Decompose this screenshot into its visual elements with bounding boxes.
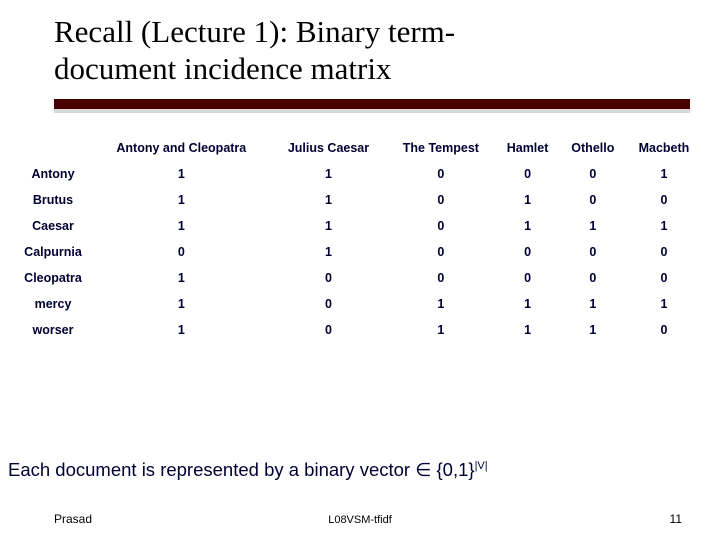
title-line-2: document incidence matrix bbox=[54, 51, 391, 86]
cell: 1 bbox=[271, 239, 387, 265]
cell: 0 bbox=[560, 187, 626, 213]
cell: 1 bbox=[386, 291, 495, 317]
caption-prefix: Each document is represented by a binary… bbox=[8, 459, 415, 480]
cell: 0 bbox=[560, 265, 626, 291]
element-of-symbol: ∈ bbox=[415, 461, 431, 481]
cell: 0 bbox=[92, 239, 271, 265]
cell: 1 bbox=[560, 317, 626, 343]
table-row: Calpurnia 0 1 0 0 0 0 bbox=[14, 239, 702, 265]
cell: 0 bbox=[560, 161, 626, 187]
cell: 1 bbox=[495, 213, 559, 239]
cell: 1 bbox=[92, 265, 271, 291]
cell: 0 bbox=[495, 265, 559, 291]
cell: 1 bbox=[626, 291, 702, 317]
cell: 1 bbox=[495, 187, 559, 213]
cell: 1 bbox=[271, 187, 387, 213]
col-header: Othello bbox=[560, 135, 626, 161]
row-label: worser bbox=[14, 317, 92, 343]
caption-exponent: |V| bbox=[475, 460, 488, 472]
row-label: Caesar bbox=[14, 213, 92, 239]
cell: 0 bbox=[626, 239, 702, 265]
cell: 0 bbox=[495, 239, 559, 265]
row-label: Brutus bbox=[14, 187, 92, 213]
cell: 1 bbox=[626, 213, 702, 239]
cell: 0 bbox=[271, 291, 387, 317]
caption: Each document is represented by a binary… bbox=[8, 459, 712, 482]
table-row: Brutus 1 1 0 1 0 0 bbox=[14, 187, 702, 213]
cell: 1 bbox=[271, 213, 387, 239]
cell: 0 bbox=[626, 317, 702, 343]
cell: 0 bbox=[386, 213, 495, 239]
cell: 0 bbox=[626, 265, 702, 291]
table-row: mercy 1 0 1 1 1 1 bbox=[14, 291, 702, 317]
col-header: Macbeth bbox=[626, 135, 702, 161]
incidence-matrix: Antony and Cleopatra Julius Caesar The T… bbox=[14, 135, 702, 343]
cell: 1 bbox=[92, 291, 271, 317]
cell: 0 bbox=[271, 265, 387, 291]
cell: 0 bbox=[386, 161, 495, 187]
header-row: Antony and Cleopatra Julius Caesar The T… bbox=[14, 135, 702, 161]
footer-code: L08VSM-tfidf bbox=[328, 514, 392, 526]
row-label: Antony bbox=[14, 161, 92, 187]
col-header: The Tempest bbox=[386, 135, 495, 161]
footer-page: 11 bbox=[670, 512, 682, 526]
table-row: Cleopatra 1 0 0 0 0 0 bbox=[14, 265, 702, 291]
row-label: mercy bbox=[14, 291, 92, 317]
col-header: Hamlet bbox=[495, 135, 559, 161]
cell: 0 bbox=[495, 161, 559, 187]
cell: 1 bbox=[495, 317, 559, 343]
matrix-body: Antony 1 1 0 0 0 1 Brutus 1 1 0 1 0 0 Ca… bbox=[14, 161, 702, 343]
row-label: Calpurnia bbox=[14, 239, 92, 265]
row-label: Cleopatra bbox=[14, 265, 92, 291]
title-line-1: Recall (Lecture 1): Binary term- bbox=[54, 14, 455, 49]
cell: 1 bbox=[92, 187, 271, 213]
cell: 1 bbox=[495, 291, 559, 317]
slide-title: Recall (Lecture 1): Binary term- documen… bbox=[0, 0, 720, 93]
col-header: Julius Caesar bbox=[271, 135, 387, 161]
title-rule bbox=[54, 99, 690, 109]
cell: 0 bbox=[386, 239, 495, 265]
cell: 1 bbox=[386, 317, 495, 343]
caption-set: {0,1} bbox=[431, 459, 474, 480]
cell: 0 bbox=[560, 239, 626, 265]
cell: 1 bbox=[92, 317, 271, 343]
corner-cell bbox=[14, 135, 92, 161]
cell: 0 bbox=[386, 187, 495, 213]
cell: 1 bbox=[626, 161, 702, 187]
table-row: Antony 1 1 0 0 0 1 bbox=[14, 161, 702, 187]
cell: 1 bbox=[560, 291, 626, 317]
col-header: Antony and Cleopatra bbox=[92, 135, 271, 161]
footer-author: Prasad bbox=[54, 512, 92, 526]
cell: 1 bbox=[92, 213, 271, 239]
matrix-container: Antony and Cleopatra Julius Caesar The T… bbox=[0, 113, 720, 343]
cell: 0 bbox=[386, 265, 495, 291]
cell: 1 bbox=[271, 161, 387, 187]
table-row: Caesar 1 1 0 1 1 1 bbox=[14, 213, 702, 239]
cell: 0 bbox=[626, 187, 702, 213]
cell: 0 bbox=[271, 317, 387, 343]
table-row: worser 1 0 1 1 1 0 bbox=[14, 317, 702, 343]
cell: 1 bbox=[560, 213, 626, 239]
cell: 1 bbox=[92, 161, 271, 187]
